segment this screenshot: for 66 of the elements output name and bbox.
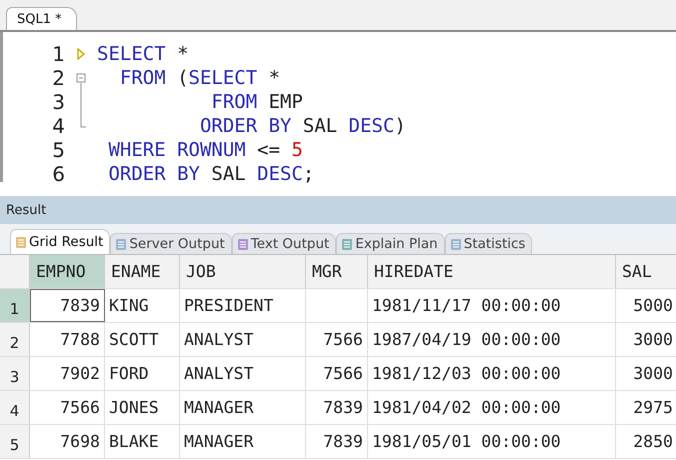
table-cell: 7839	[306, 391, 368, 424]
line-number: 4	[51, 114, 65, 138]
table-cell: 7839	[30, 289, 105, 322]
tab-icon	[115, 238, 128, 250]
tab-icon	[236, 238, 249, 250]
row-number[interactable]: 5	[0, 425, 30, 458]
table-cell: 3000	[616, 323, 676, 356]
column-header[interactable]: JOB	[180, 255, 306, 288]
column-header[interactable]: ENAME	[105, 255, 180, 288]
table-cell: FORD	[105, 357, 180, 390]
table-cell: ANALYST	[180, 323, 306, 356]
code-line: FROM (SELECT *	[118, 67, 280, 89]
row-number[interactable]: 3	[0, 357, 30, 390]
table-cell: 1987/04/19 00:00:00	[368, 323, 616, 356]
table-cell: 7788	[30, 323, 105, 356]
code-line: SELECT *	[97, 43, 189, 65]
line-number: 2	[51, 66, 65, 90]
table-cell: PRESIDENT	[180, 289, 306, 322]
line-number: 3	[51, 90, 65, 114]
row-number[interactable]: 4	[0, 391, 30, 424]
code-line: ORDER BY SAL DESC)	[198, 115, 406, 137]
tab-icon	[450, 238, 462, 250]
table-cell: 7902	[30, 357, 105, 390]
column-header[interactable]: EMPNO	[30, 255, 105, 288]
table-cell: 1981/11/17 00:00:00	[368, 289, 616, 322]
table-cell: 7839	[306, 425, 368, 458]
table-cell: MANAGER	[180, 425, 306, 458]
result-tab[interactable]: Grid Result	[10, 229, 110, 254]
table-cell: 2850	[616, 425, 676, 458]
row-number[interactable]: 2	[0, 323, 30, 356]
table-cell: 7566	[306, 357, 368, 390]
table-cell: ANALYST	[180, 357, 306, 390]
result-tab[interactable]: Explain Plan	[336, 233, 445, 254]
table-cell: 1981/12/03 00:00:00	[368, 357, 616, 390]
result-tab[interactable]: Server Output	[110, 233, 232, 254]
result-tab[interactable]: Text Output	[232, 233, 336, 254]
table-cell: 2975	[616, 391, 676, 424]
fold-icon[interactable]	[76, 73, 86, 83]
column-header[interactable]: MGR	[306, 255, 368, 288]
panel-title: Result	[0, 196, 676, 224]
line-number: 5	[51, 138, 65, 162]
table-cell: 1981/04/02 00:00:00	[368, 391, 616, 424]
table-cell: 3000	[616, 357, 676, 390]
code-line: FROM EMP	[210, 91, 303, 113]
table-cell: 7698	[30, 425, 105, 458]
code-line: WHERE ROWNUM <= 5	[107, 139, 303, 161]
column-header[interactable]: SAL	[616, 255, 676, 288]
table-cell: SCOTT	[105, 323, 180, 356]
result-tab[interactable]: Statistics	[444, 233, 532, 254]
table-cell: 7566	[30, 391, 105, 424]
table-cell: BLAKE	[105, 425, 180, 458]
table-cell: 1981/05/01 00:00:00	[368, 425, 616, 458]
row-number[interactable]: 1	[0, 289, 30, 322]
line-number: 6	[51, 162, 65, 186]
table-cell: MANAGER	[180, 391, 306, 424]
table-cell: JONES	[105, 391, 180, 424]
tab-icon	[341, 238, 354, 250]
tab-icon	[15, 236, 27, 248]
table-cell: KING	[105, 289, 180, 322]
line-number: 1	[51, 42, 65, 66]
editor-tab[interactable]: SQL1 *	[6, 7, 77, 30]
run-arrow-icon	[77, 48, 85, 60]
table-cell: 7566	[306, 323, 368, 356]
code-line: ORDER BY SAL DESC;	[107, 163, 314, 185]
column-header[interactable]: HIREDATE	[368, 255, 616, 288]
table-cell: 5000	[616, 289, 676, 322]
